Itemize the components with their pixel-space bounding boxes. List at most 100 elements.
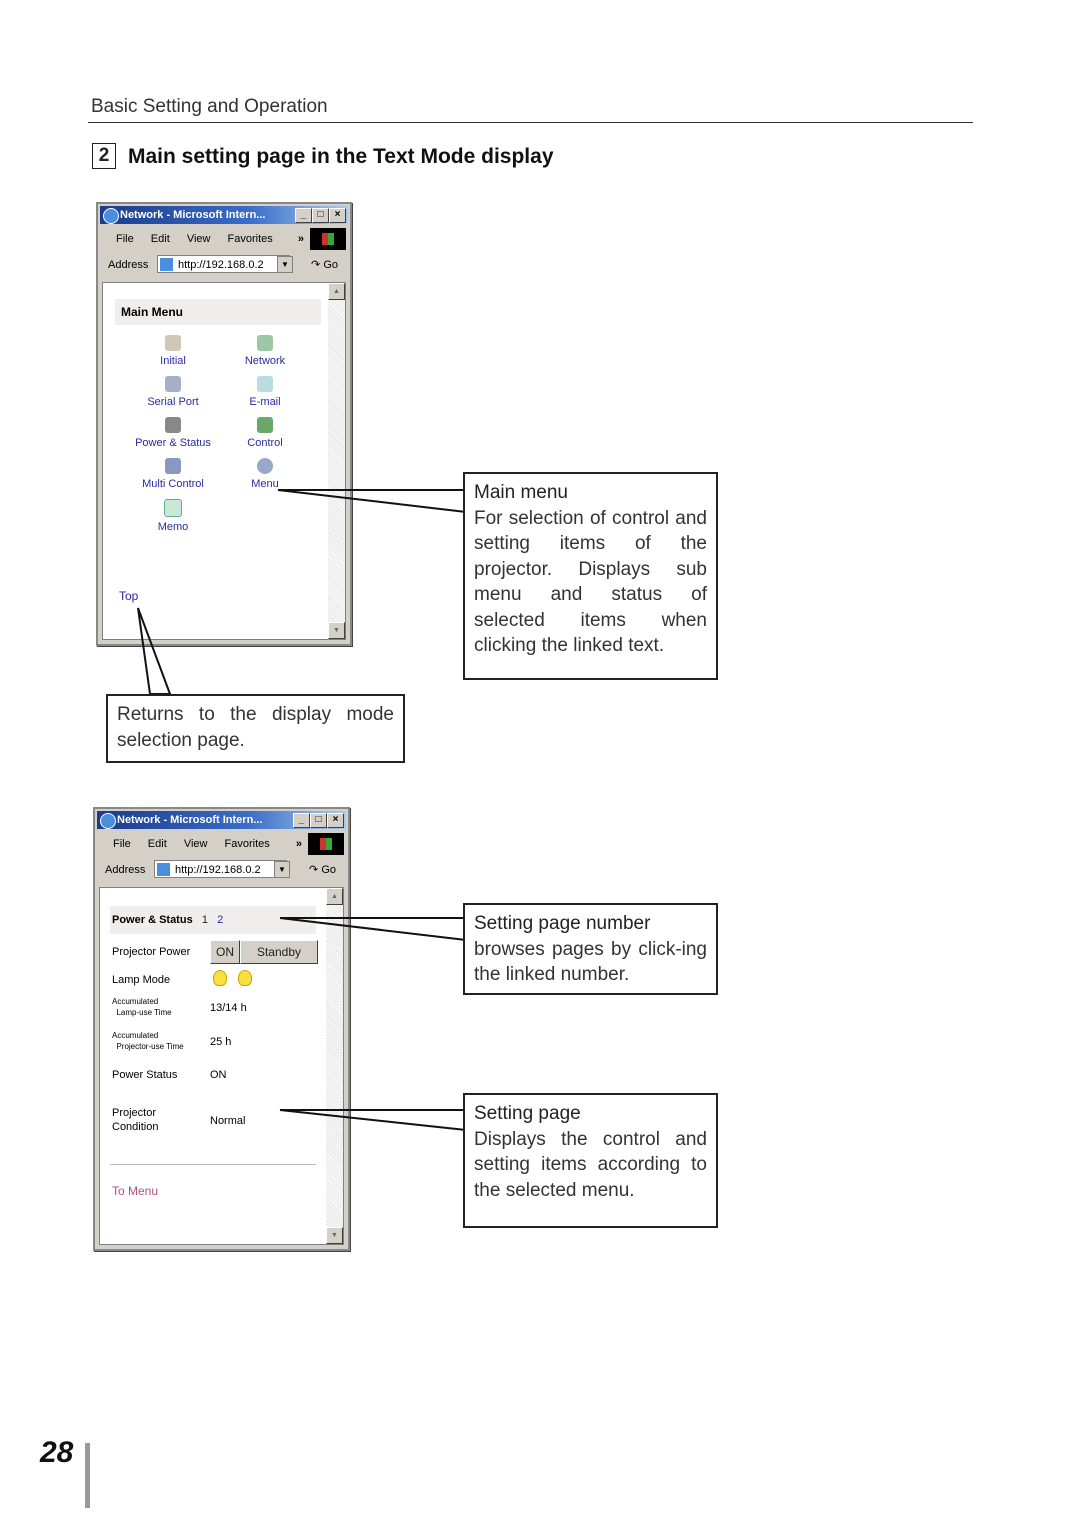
menu-item-initial[interactable]: Initial xyxy=(123,335,223,367)
maximize-button[interactable]: □ xyxy=(312,208,329,223)
callout-body: For selection of control and setting ite… xyxy=(474,507,707,657)
chevron-icon[interactable]: » xyxy=(296,833,302,855)
address-input[interactable]: http://192.168.0.2 xyxy=(154,860,287,878)
browser-window-main-menu: Network - Microsoft Intern... _ □ × File… xyxy=(96,202,352,646)
go-button[interactable]: ↷ Go xyxy=(309,859,336,881)
callout-page-number: Setting page number browses pages by cli… xyxy=(463,903,718,995)
standby-button[interactable]: Standby xyxy=(240,940,318,964)
lamp-mode-label: Lamp Mode xyxy=(112,974,171,986)
window-title: Network - Microsoft Intern... xyxy=(120,209,266,221)
go-label: Go xyxy=(323,259,338,271)
callout-body: browses pages by click-ing the linked nu… xyxy=(474,938,707,986)
to-menu-link[interactable]: To Menu xyxy=(112,1184,158,1198)
scroll-up-icon[interactable]: ▲ xyxy=(328,283,345,300)
menu-item-label: Memo xyxy=(157,521,189,533)
menu-item-email[interactable]: E-mail xyxy=(215,376,315,408)
lamp-time-label: Accumulated Lamp-use Time xyxy=(112,996,172,1018)
windows-logo-icon xyxy=(310,228,346,250)
address-input[interactable]: http://192.168.0.2 xyxy=(157,255,290,273)
label-line: Accumulated xyxy=(112,997,159,1006)
page-number-2-link[interactable]: 2 xyxy=(217,914,223,926)
label-line: Condition xyxy=(112,1121,159,1133)
menu-item-power-status[interactable]: Power & Status xyxy=(123,417,223,449)
lamp-bulb-icon xyxy=(238,970,252,986)
vertical-scrollbar[interactable]: ▲ ▼ xyxy=(326,888,343,1244)
heading-text: Power & Status xyxy=(112,914,193,926)
vertical-scrollbar[interactable]: ▲ ▼ xyxy=(328,283,345,639)
menu-favorites[interactable]: Favorites xyxy=(225,838,270,850)
callout-title: Setting page number xyxy=(474,913,651,934)
menu-edit[interactable]: Edit xyxy=(148,838,167,850)
scroll-up-icon[interactable]: ▲ xyxy=(326,888,343,905)
menu-item-menu[interactable]: Menu xyxy=(215,458,315,490)
chevron-icon[interactable]: » xyxy=(298,228,304,250)
go-button[interactable]: ↷ Go xyxy=(311,254,338,276)
label-line: Lamp-use Time xyxy=(116,1008,172,1017)
menu-favorites[interactable]: Favorites xyxy=(228,233,273,245)
header-rule xyxy=(88,122,973,123)
page-content: Main Menu Initial Network Serial Port E-… xyxy=(102,282,346,640)
top-link[interactable]: Top xyxy=(119,589,138,603)
menu-bar: File Edit View Favorites » xyxy=(99,833,344,855)
address-value: http://192.168.0.2 xyxy=(175,864,261,876)
minimize-button[interactable]: _ xyxy=(293,813,310,828)
lamp-bulb-icon xyxy=(213,970,227,986)
page-content: Power & Status 1 2 Projector Power ON St… xyxy=(99,887,344,1245)
scroll-down-icon[interactable]: ▼ xyxy=(326,1227,343,1244)
menu-file[interactable]: File xyxy=(113,838,131,850)
menu-item-label: E-mail xyxy=(249,396,281,408)
go-label: Go xyxy=(321,864,336,876)
label-line: Accumulated xyxy=(112,1031,159,1040)
go-arrow-icon: ↷ xyxy=(309,864,319,876)
address-label: Address xyxy=(105,864,146,876)
menu-edit[interactable]: Edit xyxy=(151,233,170,245)
minimize-button[interactable]: _ xyxy=(295,208,312,223)
on-button[interactable]: ON xyxy=(210,940,240,964)
menu-item-memo[interactable]: Memo xyxy=(123,499,223,533)
label-line: Projector-use Time xyxy=(116,1042,184,1051)
page-icon xyxy=(160,258,173,271)
close-button[interactable]: × xyxy=(329,208,346,223)
menu-item-label: Serial Port xyxy=(147,396,199,408)
ie-icon xyxy=(100,813,116,829)
menu-item-label: Control xyxy=(247,437,283,449)
menu-item-label: Initial xyxy=(160,355,186,367)
projector-condition-label: Projector Condition xyxy=(112,1106,158,1134)
address-bar: Address http://192.168.0.2 ▼ ↷ Go xyxy=(99,859,344,881)
menu-item-multi-control[interactable]: Multi Control xyxy=(123,458,223,490)
lamp-time-value: 13/14 h xyxy=(210,1002,247,1014)
label-line: Projector xyxy=(112,1107,157,1119)
projector-time-label: Accumulated Projector-use Time xyxy=(112,1030,184,1052)
projector-power-label: Projector Power xyxy=(112,946,191,958)
menu-item-network[interactable]: Network xyxy=(215,335,315,367)
callout-main-menu: Main menu For selection of control and s… xyxy=(463,472,718,680)
network-icon xyxy=(257,335,273,351)
menu-file[interactable]: File xyxy=(116,233,134,245)
go-arrow-icon: ↷ xyxy=(311,259,321,271)
page-icon xyxy=(157,863,170,876)
memo-icon xyxy=(164,499,182,517)
menu-item-label: Power & Status xyxy=(135,437,211,449)
maximize-button[interactable]: □ xyxy=(310,813,327,828)
main-menu-heading: Main Menu xyxy=(115,299,321,325)
windows-logo-icon xyxy=(308,833,344,855)
address-bar: Address http://192.168.0.2 ▼ ↷ Go xyxy=(102,254,346,276)
address-dropdown-icon[interactable]: ▼ xyxy=(277,256,293,273)
menu-bar: File Edit View Favorites » xyxy=(102,228,346,250)
menu-item-control[interactable]: Control xyxy=(215,417,315,449)
callout-title: Main menu xyxy=(474,482,568,503)
scroll-down-icon[interactable]: ▼ xyxy=(328,622,345,639)
email-icon xyxy=(257,376,273,392)
ie-icon xyxy=(103,208,119,224)
projector-condition-value: Normal xyxy=(210,1115,246,1127)
close-button[interactable]: × xyxy=(327,813,344,828)
address-dropdown-icon[interactable]: ▼ xyxy=(274,861,290,878)
power-status-value: ON xyxy=(210,1069,227,1081)
page-number: 28 xyxy=(40,1436,74,1469)
browser-window-power-status: Network - Microsoft Intern... _ □ × File… xyxy=(93,807,350,1251)
projector-icon xyxy=(165,417,181,433)
menu-view[interactable]: View xyxy=(187,233,211,245)
menu-view[interactable]: View xyxy=(184,838,208,850)
callout-title: Setting page xyxy=(474,1103,581,1124)
menu-item-serial-port[interactable]: Serial Port xyxy=(123,376,223,408)
